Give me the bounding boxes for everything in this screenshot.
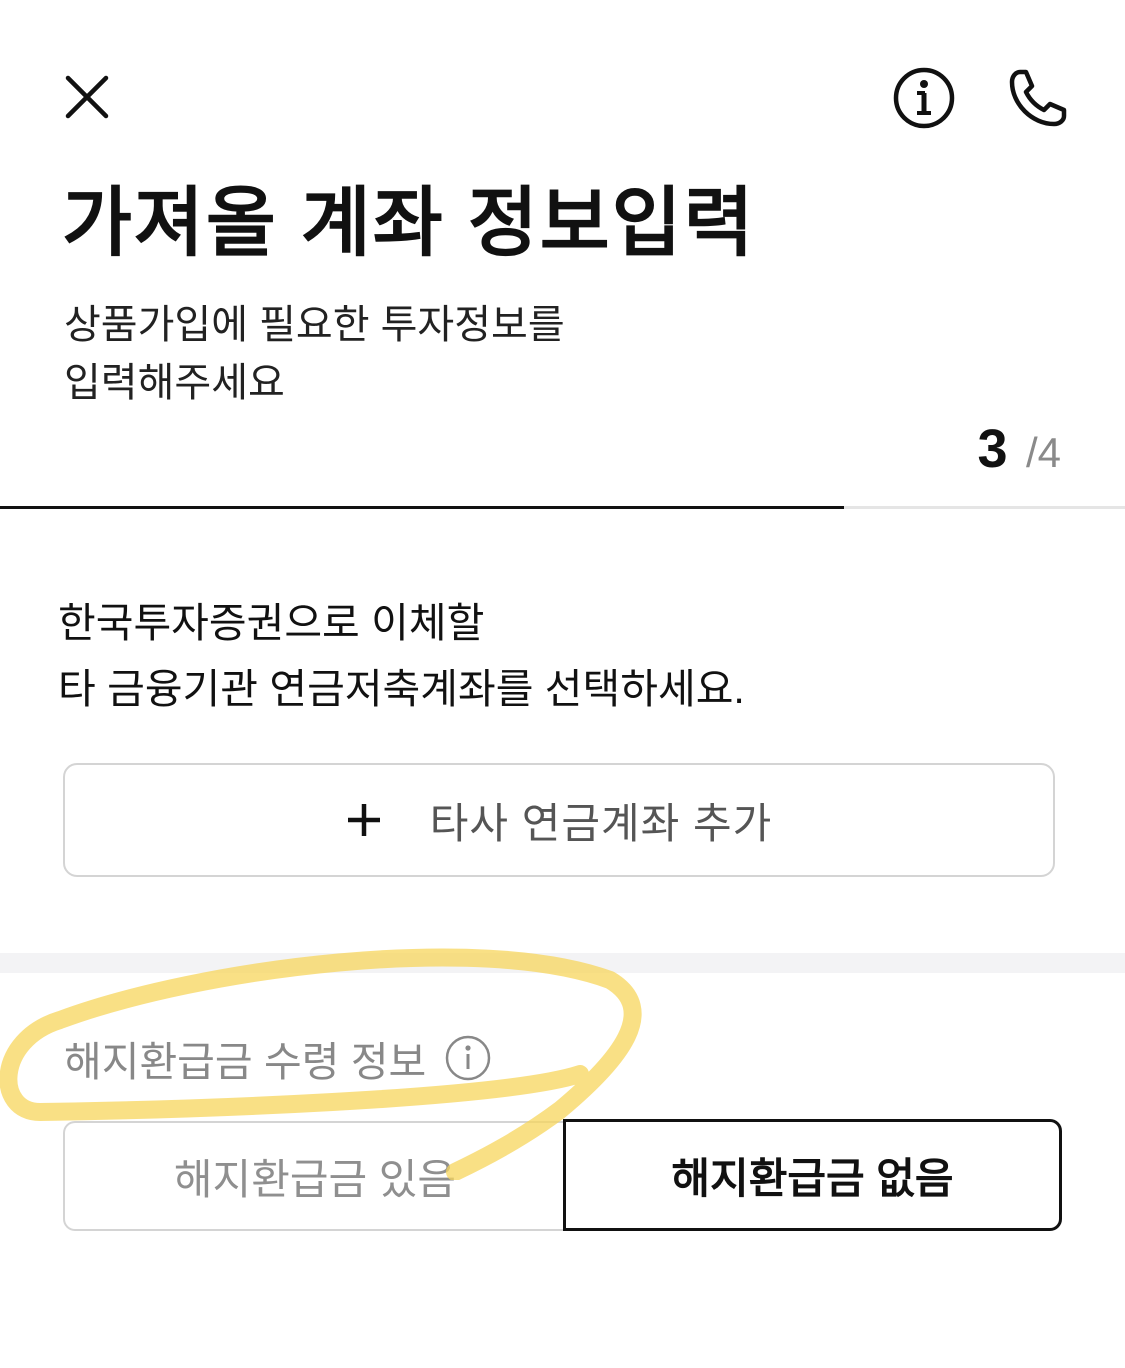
plus-icon (347, 804, 380, 836)
section-divider (0, 953, 1125, 973)
add-account-label: 타사 연금계좌 추가 (429, 799, 773, 847)
progress-bar (0, 506, 1125, 509)
add-other-pension-account-button[interactable]: 타사 연금계좌 추가 (63, 763, 1055, 877)
progress-bar-fill (0, 506, 844, 509)
phone-icon (1009, 69, 1067, 127)
refund-section-label: 해지환급금 수령 정보 (64, 1028, 492, 1088)
instruction-line-2: 타 금융기관 연금저축계좌를 선택하세요. (58, 666, 745, 712)
phone-button[interactable] (1006, 66, 1070, 130)
refund-yes-option[interactable]: 해지환급금 있음 (63, 1121, 565, 1231)
page-title: 가져올 계좌 정보입력 (62, 181, 756, 266)
close-icon (65, 75, 109, 119)
instruction-text: 한국투자증권으로 이체할 타 금융기관 연금저축계좌를 선택하세요. (58, 590, 745, 722)
subtitle-line-1: 상품가입에 필요한 투자정보를 (64, 303, 565, 347)
step-total: 4 (1037, 429, 1061, 476)
page-subtitle: 상품가입에 필요한 투자정보를 입력해주세요 (64, 296, 565, 412)
step-separator: / (1025, 429, 1038, 476)
close-button[interactable] (62, 72, 112, 122)
info-circle-icon[interactable] (444, 1034, 492, 1082)
info-circle-icon (893, 67, 955, 129)
instruction-line-1: 한국투자증권으로 이체할 (58, 600, 485, 646)
refund-section-title: 해지환급금 수령 정보 (64, 1039, 427, 1085)
subtitle-line-2: 입력해주세요 (64, 361, 285, 405)
refund-no-option[interactable]: 해지환급금 없음 (563, 1119, 1062, 1231)
info-button[interactable] (892, 66, 956, 130)
step-indicator: 3 /4 (977, 418, 1061, 480)
step-current: 3 (977, 419, 1008, 479)
